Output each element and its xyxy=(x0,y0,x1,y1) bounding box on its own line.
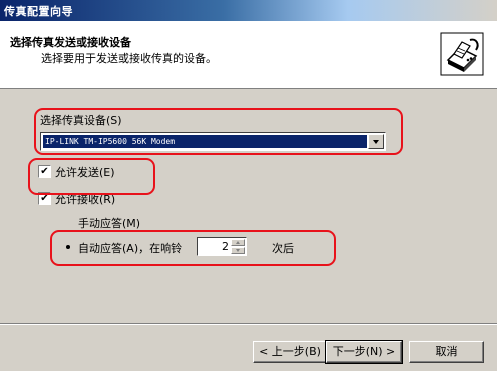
next-button[interactable]: 下一步(N) > xyxy=(325,340,403,364)
allow-send-checkbox[interactable]: ✔ xyxy=(38,165,51,178)
auto-answer-radio[interactable] xyxy=(62,241,74,253)
title-bar[interactable]: 传真配置向导 xyxy=(0,0,497,21)
back-button[interactable]: < 上一步(B) xyxy=(253,341,327,363)
radio-selected-dot xyxy=(66,245,70,249)
spin-down-button[interactable] xyxy=(231,247,245,254)
rings-suffix-label: 次后 xyxy=(272,242,294,255)
footer-divider xyxy=(0,323,497,325)
allow-receive-label[interactable]: 允许接收(R) xyxy=(55,191,115,207)
auto-answer-label[interactable]: 自动应答(A)，在响铃 xyxy=(78,240,182,256)
rings-spinner-buttons xyxy=(231,239,245,254)
spin-up-button[interactable] xyxy=(231,239,245,246)
arrow-up-icon xyxy=(236,241,240,244)
chevron-down-icon xyxy=(373,140,379,144)
allow-receive-checkbox[interactable]: ✔ xyxy=(38,192,51,205)
rings-spinner[interactable]: 2 xyxy=(197,237,247,256)
fax-wizard-icon xyxy=(440,32,484,76)
fax-device-select[interactable]: IP-LINK TM-IP5600 56K Modem xyxy=(40,132,386,151)
manual-answer-radio[interactable] xyxy=(62,216,74,228)
arrow-down-icon xyxy=(236,249,240,252)
window-title: 传真配置向导 xyxy=(4,5,73,18)
fax-config-wizard-window: 传真配置向导 选择传真发送或接收设备 选择要用于发送或接收传真的设备。 选择传真… xyxy=(0,0,497,371)
header-title: 选择传真发送或接收设备 xyxy=(10,36,131,49)
rings-value[interactable]: 2 xyxy=(222,240,229,253)
allow-send-label[interactable]: 允许发送(E) xyxy=(55,164,115,180)
header-subtitle: 选择要用于发送或接收传真的设备。 xyxy=(41,52,217,65)
dropdown-button[interactable] xyxy=(368,134,384,149)
wizard-header: 选择传真发送或接收设备 选择要用于发送或接收传真的设备。 xyxy=(0,21,497,89)
device-label: 选择传真设备(S) xyxy=(40,114,122,127)
fax-device-selected: IP-LINK TM-IP5600 56K Modem xyxy=(43,135,367,148)
cancel-button[interactable]: 取消 xyxy=(409,341,484,363)
manual-answer-label[interactable]: 手动应答(M) xyxy=(78,215,140,231)
